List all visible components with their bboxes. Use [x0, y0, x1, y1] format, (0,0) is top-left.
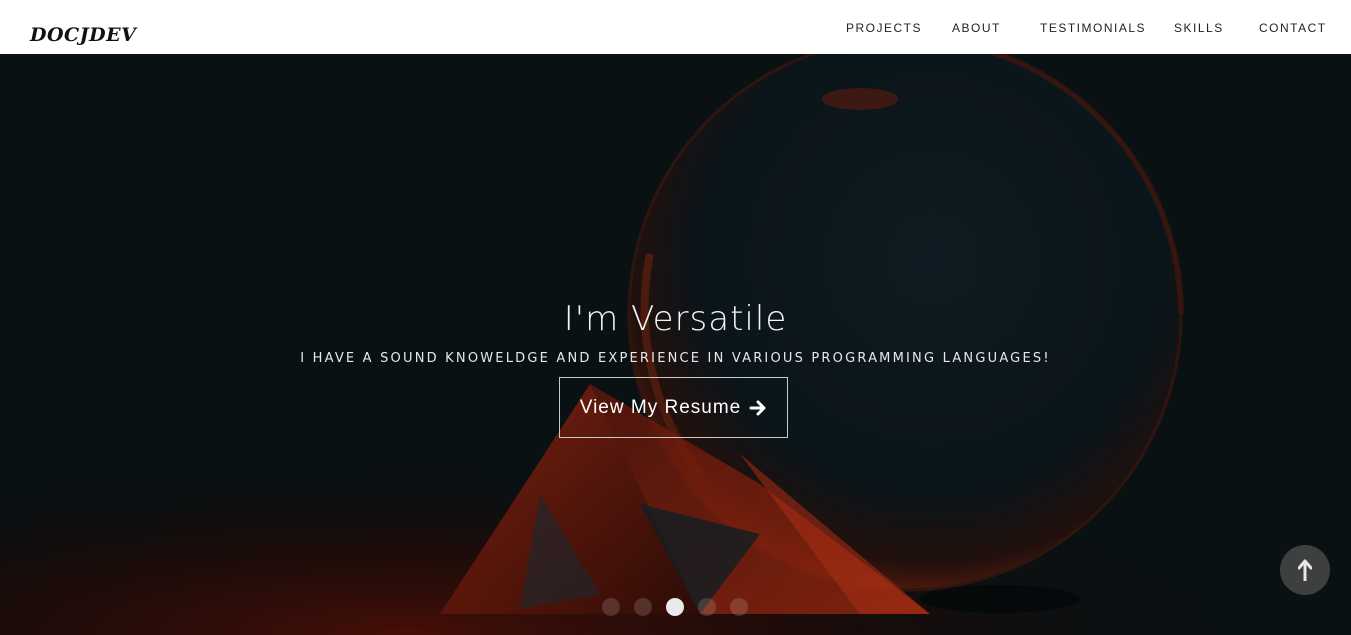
- carousel-dot[interactable]: [602, 598, 620, 616]
- nav-item-skills[interactable]: SKILLS: [1174, 21, 1224, 35]
- hero-heading: I'm Versatile: [563, 299, 788, 339]
- nav-item-testimonials[interactable]: TESTIMONIALS: [1040, 21, 1146, 35]
- arrow-up-icon: [1298, 559, 1312, 581]
- hero-carousel: I'm Versatile I HAVE A SOUND KNOWELDGE A…: [0, 54, 1351, 635]
- view-resume-label: View My Resume: [579, 396, 742, 418]
- carousel-dot[interactable]: [634, 598, 652, 616]
- view-resume-button[interactable]: View My Resume: [559, 377, 788, 438]
- brand-logo[interactable]: DOCJDEV: [30, 24, 136, 46]
- nav-item-about[interactable]: ABOUT: [952, 21, 1001, 35]
- carousel-indicators: [602, 598, 748, 616]
- top-navbar: DOCJDEV PROJECTS ABOUT TESTIMONIALS SKIL…: [0, 0, 1351, 54]
- hero-subheading: I HAVE A SOUND KNOWELDGE AND EXPERIENCE …: [300, 351, 1051, 366]
- back-to-top-button[interactable]: [1280, 545, 1330, 595]
- carousel-dot[interactable]: [698, 598, 716, 616]
- hero-background-image: [0, 54, 1351, 635]
- nav-item-contact[interactable]: CONTACT: [1259, 21, 1327, 35]
- nav-item-projects[interactable]: PROJECTS: [846, 21, 922, 35]
- carousel-dot[interactable]: [730, 598, 748, 616]
- arrow-right-icon: [749, 400, 766, 415]
- carousel-dot-active[interactable]: [666, 598, 684, 616]
